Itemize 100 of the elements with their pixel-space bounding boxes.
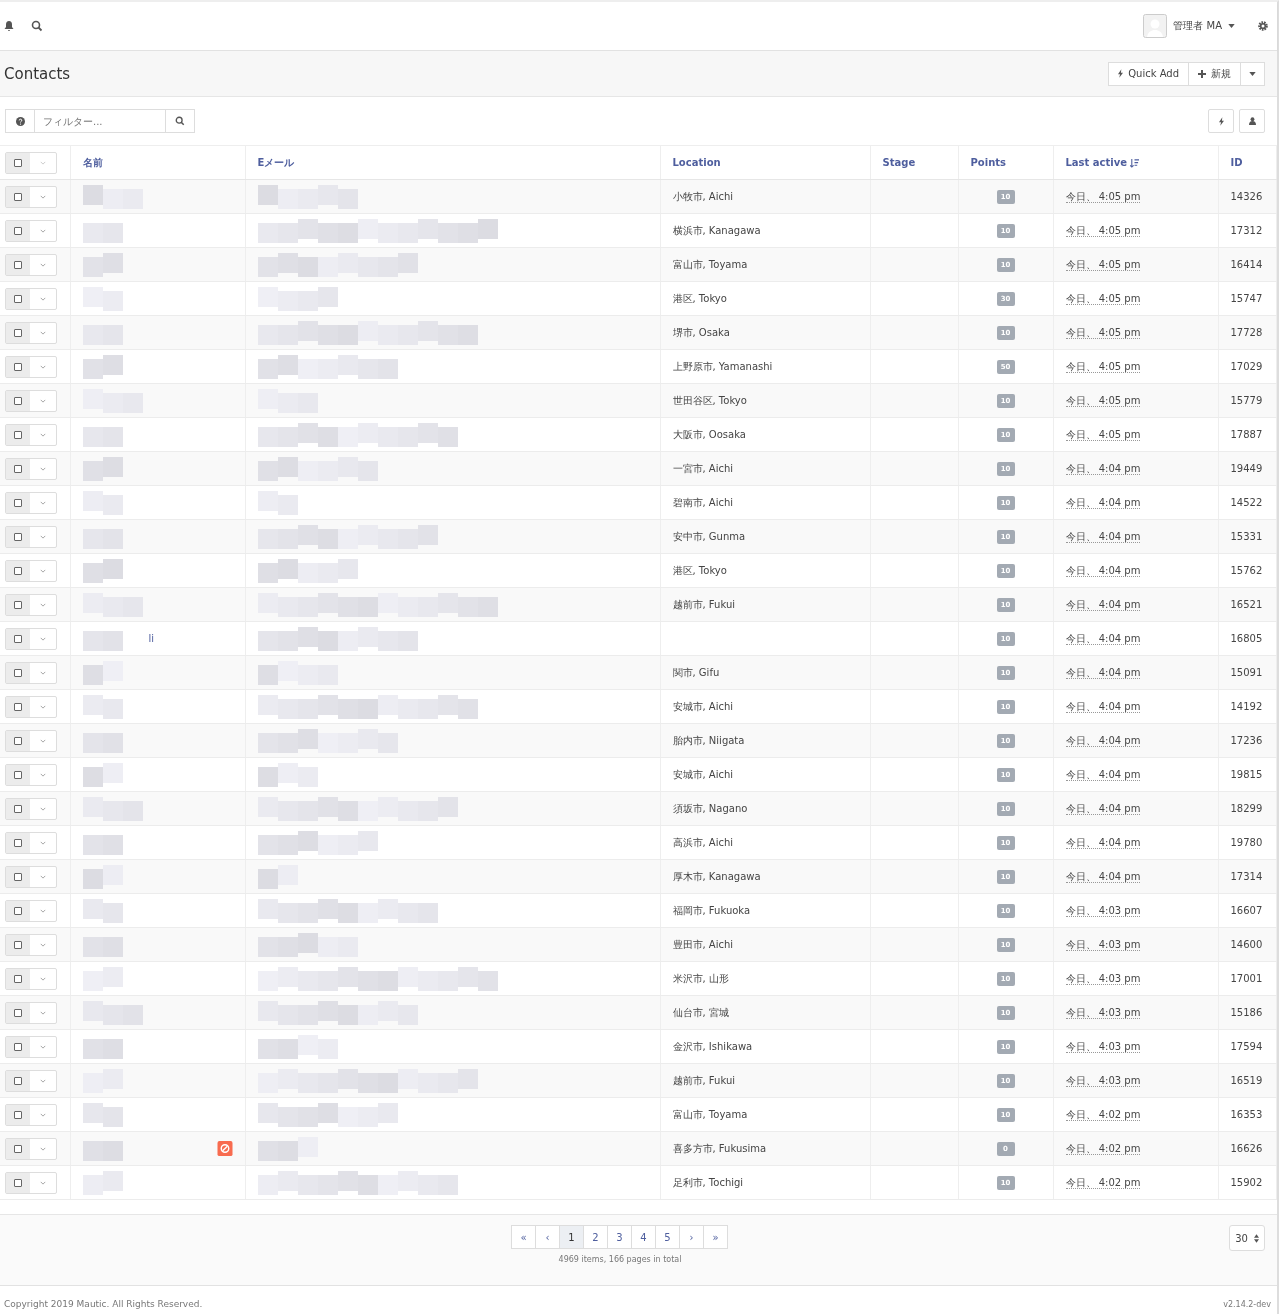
chevron-icon — [40, 602, 46, 607]
page-button[interactable]: » — [703, 1225, 728, 1249]
contact-id: 19780 — [1230, 837, 1263, 848]
row-select-control[interactable] — [5, 219, 57, 242]
pixelated-name-drawing — [82, 660, 123, 685]
row-select-control[interactable] — [5, 1137, 57, 1160]
search-icon[interactable] — [31, 20, 43, 32]
contact-id: 17029 — [1230, 361, 1263, 372]
row-select-control[interactable] — [5, 661, 57, 684]
caret-icon[interactable] — [1228, 24, 1235, 28]
column-header[interactable]: Last active — [1065, 157, 1128, 168]
row-select-control[interactable] — [5, 287, 57, 310]
row-select-control[interactable] — [5, 899, 57, 922]
location-text: 一宮市, Aichi — [672, 462, 734, 474]
column-header[interactable]: 名前 — [82, 156, 103, 168]
search-button[interactable] — [165, 109, 195, 133]
page-button[interactable]: 3 — [607, 1225, 632, 1249]
contact-id: 14522 — [1230, 497, 1263, 508]
caret-icon — [1249, 71, 1256, 76]
row-select-control[interactable] — [5, 185, 57, 208]
user-menu[interactable]: 管理者 MA — [1173, 19, 1222, 33]
stepper-icon — [1253, 1233, 1259, 1243]
do-not-contact-icon — [216, 1141, 233, 1156]
select-all-control[interactable] — [5, 151, 57, 174]
column-header[interactable]: Stage — [882, 157, 916, 168]
row-select-control[interactable] — [5, 1035, 57, 1058]
location-text: 富山市, Toyama — [672, 258, 748, 270]
column-header[interactable]: Eメール — [257, 156, 295, 168]
location-text: 高浜市, Aichi — [672, 836, 734, 848]
row-select-control[interactable] — [5, 355, 57, 378]
pagination-summary: 4969 items, 166 pages in total — [558, 1255, 682, 1264]
page-button[interactable]: ‹ — [535, 1225, 560, 1249]
sort-icon[interactable] — [1130, 158, 1140, 168]
row-select-control[interactable] — [5, 593, 57, 616]
location-text: 安中市, Gunma — [672, 530, 746, 542]
column-header[interactable]: Location — [672, 157, 721, 168]
row-select-control[interactable] — [5, 423, 57, 446]
chevron-icon — [40, 1146, 46, 1151]
page-button[interactable]: 5 — [655, 1225, 680, 1249]
row-select-control[interactable] — [5, 559, 57, 582]
location-text: 関市, Gifu — [672, 666, 720, 678]
row-select-control[interactable] — [5, 729, 57, 752]
row-select-control[interactable] — [5, 933, 57, 956]
chevron-icon — [40, 772, 46, 777]
page-button[interactable]: 4 — [631, 1225, 656, 1249]
bell-icon[interactable] — [3, 20, 15, 32]
chevron-icon — [40, 976, 46, 981]
pixelated-name-drawing — [82, 864, 123, 889]
location-text: 安城市, Aichi — [672, 768, 734, 780]
row-select-control[interactable] — [5, 1103, 57, 1126]
column-header[interactable]: Points — [970, 157, 1006, 168]
contact-id: 16519 — [1230, 1075, 1263, 1086]
page-button[interactable]: 1 — [559, 1225, 584, 1249]
dropdown-button[interactable] — [1240, 61, 1265, 86]
toolbar-button[interactable]: 新規 — [1188, 61, 1241, 86]
chevron-icon — [40, 704, 46, 709]
last-active-text: 今日、 4:04 pm — [1065, 564, 1141, 577]
settings-icon[interactable] — [1257, 20, 1269, 32]
avatar-icon[interactable] — [1143, 14, 1168, 38]
search-icon — [175, 116, 185, 126]
contact-id: 15091 — [1230, 667, 1263, 678]
contact-id: 15186 — [1230, 1007, 1263, 1018]
page-button[interactable]: 2 — [583, 1225, 608, 1249]
last-active-text: 今日、 4:04 pm — [1065, 870, 1141, 883]
row-select-control[interactable] — [5, 253, 57, 276]
row-select-control[interactable] — [5, 865, 57, 888]
chevron-icon — [40, 364, 46, 369]
last-active-text: 今日、 4:03 pm — [1065, 972, 1141, 985]
row-select-control[interactable] — [5, 627, 57, 650]
user-button[interactable] — [1239, 109, 1265, 133]
row-select-control[interactable] — [5, 1171, 57, 1194]
page-button[interactable]: « — [511, 1225, 536, 1249]
per-page-select[interactable]: 30 — [1229, 1225, 1265, 1251]
row-select-control[interactable] — [5, 321, 57, 344]
toolbar-button[interactable]: Quick Add — [1108, 61, 1189, 86]
row-select-control[interactable] — [5, 763, 57, 786]
filter-field[interactable]: フィルター... — [35, 109, 165, 133]
row-select-control[interactable] — [5, 1069, 57, 1092]
column-header[interactable]: ID — [1230, 157, 1243, 168]
row-select-control[interactable] — [5, 389, 57, 412]
bolt-button[interactable] — [1208, 109, 1234, 133]
chevron-icon — [40, 670, 46, 675]
row-select-control[interactable] — [5, 491, 57, 514]
row-select-control[interactable] — [5, 967, 57, 990]
row-select-control[interactable] — [5, 457, 57, 480]
chevron-icon — [40, 908, 46, 913]
page-button[interactable]: › — [679, 1225, 704, 1249]
last-active-text: 今日、 4:05 pm — [1065, 292, 1141, 305]
row-select-control[interactable] — [5, 695, 57, 718]
location-text: 大阪市, Oosaka — [672, 428, 746, 440]
last-active-text: 今日、 4:04 pm — [1065, 598, 1141, 611]
last-active-text: 今日、 4:02 pm — [1065, 1142, 1141, 1155]
contact-id: 16626 — [1230, 1143, 1263, 1154]
contact-name[interactable]: li — [148, 632, 155, 644]
row-select-control[interactable] — [5, 831, 57, 854]
row-select-control[interactable] — [5, 1001, 57, 1024]
help-button[interactable] — [5, 109, 35, 133]
row-select-control[interactable] — [5, 797, 57, 820]
row-select-control[interactable] — [5, 525, 57, 548]
location-text: 胎内市, Niigata — [672, 734, 745, 746]
